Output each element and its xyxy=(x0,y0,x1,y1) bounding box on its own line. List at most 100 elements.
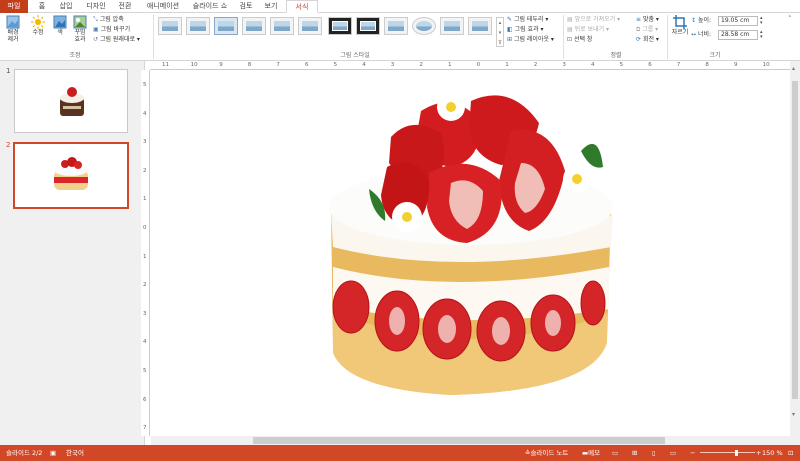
zoom-level[interactable]: 150 % xyxy=(762,445,783,461)
picture-layout-button[interactable]: ⊞ 그림 레이아웃 ▾ xyxy=(507,35,554,44)
tab-insert[interactable]: 삽입 xyxy=(56,0,76,13)
reading-view-icon[interactable]: ▯ xyxy=(652,445,656,461)
picture-effects-label: 그림 효과 xyxy=(514,26,539,33)
picture-border-label: 그림 테두리 xyxy=(513,16,544,23)
scroll-down-icon[interactable]: ▾ xyxy=(792,411,795,418)
ruler-tick-label: 10 xyxy=(190,62,198,68)
ruler-tick-label: 10 xyxy=(762,62,770,68)
corrections-button[interactable]: 수정 xyxy=(27,15,49,36)
arrange-group-label: 정렬 xyxy=(610,52,622,59)
picture-style-5[interactable] xyxy=(270,17,294,35)
horizontal-scroll-thumb[interactable] xyxy=(253,437,665,444)
normal-view-icon[interactable]: ▭ xyxy=(612,445,618,461)
style-preview xyxy=(472,21,488,31)
reset-picture-button[interactable]: ↺ 그림 원래대로 ▾ xyxy=(93,35,140,44)
spellcheck-icon[interactable]: ▣ xyxy=(50,445,56,461)
vertical-scrollbar[interactable]: ▴ ▾ xyxy=(790,61,800,445)
ruler-tick-label: 9 xyxy=(219,62,223,68)
picture-style-9[interactable] xyxy=(384,17,408,35)
send-backward-button[interactable]: ▤ 뒤로 보내기 ▾ xyxy=(567,25,609,34)
group-button[interactable]: ⧉ 그룹 ▾ xyxy=(636,25,658,34)
size-group-label: 크기 xyxy=(709,52,721,59)
scroll-up-icon[interactable]: ▴ xyxy=(792,65,795,72)
slide-sorter-icon[interactable]: ⊞ xyxy=(632,445,637,461)
color-icon xyxy=(53,15,67,29)
collapse-ribbon-icon[interactable]: ˄ xyxy=(788,15,792,23)
slide-thumbnail-1[interactable] xyxy=(14,69,128,133)
slide-thumbnail-2[interactable] xyxy=(13,142,129,209)
picture-style-4[interactable] xyxy=(242,17,266,35)
width-input[interactable]: 28.58 cm xyxy=(718,30,758,40)
picture-style-2[interactable] xyxy=(186,17,210,35)
align-button[interactable]: ≡ 맞춤 ▾ xyxy=(636,15,659,24)
tab-design[interactable]: 디자인 xyxy=(83,0,109,13)
daisy-flower-left xyxy=(392,202,422,232)
zoom-slider-handle[interactable] xyxy=(735,450,738,456)
slide-thumbnails-pane: 1 2 xyxy=(0,61,145,445)
zoom-in-icon[interactable]: + xyxy=(756,445,761,461)
tab-home[interactable]: 홈 xyxy=(34,0,50,13)
horizontal-scrollbar[interactable] xyxy=(151,436,790,445)
picture-style-10[interactable] xyxy=(412,17,436,35)
tab-review[interactable]: 검토 xyxy=(236,0,256,13)
picture-style-1[interactable] xyxy=(158,17,182,35)
change-picture-button[interactable]: ▣ 그림 바꾸기 xyxy=(93,25,130,34)
comments-button[interactable]: ▬ 메모 xyxy=(582,445,600,461)
picture-style-8[interactable] xyxy=(356,17,380,35)
tab-transitions[interactable]: 전환 xyxy=(115,0,135,13)
artistic-effects-button[interactable]: 꾸밈 효과 xyxy=(70,15,90,43)
ruler-tick-label: 7 xyxy=(276,62,280,68)
style-preview xyxy=(360,21,376,31)
style-preview xyxy=(218,21,234,31)
zoom-out-icon[interactable]: − xyxy=(690,445,695,461)
height-spinner[interactable]: ▴ ▾ xyxy=(760,16,763,26)
ruler-tick-label: 5 xyxy=(143,368,147,374)
status-bar: 슬라이드 2/2 ▣ 한국어 ≙ 슬라이드 노트 ▬ 메모 ▭ ⊞ ▯ ▭ − … xyxy=(0,445,800,461)
crop-button[interactable]: 자르기 xyxy=(670,15,690,36)
ruler-tick-label: 8 xyxy=(247,62,252,68)
selection-pane-icon: ⊡ xyxy=(567,36,573,43)
tab-view[interactable]: 보기 xyxy=(262,0,280,13)
crop-icon xyxy=(673,15,687,29)
tab-animations[interactable]: 애니메이션 xyxy=(142,0,184,13)
style-preview xyxy=(274,21,290,31)
picture-style-6[interactable] xyxy=(298,17,322,35)
vertical-scroll-thumb[interactable] xyxy=(792,81,798,399)
tab-format[interactable]: 서식 xyxy=(286,0,318,13)
picture-border-button[interactable]: ✎ 그림 테두리 ▾ xyxy=(507,15,548,24)
color-button[interactable]: 색 xyxy=(51,15,69,36)
compress-pictures-button[interactable]: ⤡ 그림 압축 xyxy=(93,15,124,24)
slideshow-icon[interactable]: ▭ xyxy=(670,445,676,461)
fit-to-window-icon[interactable]: ⊡ xyxy=(788,445,793,461)
notes-button[interactable]: ≙ 슬라이드 노트 xyxy=(525,445,568,461)
tab-file[interactable]: 파일 xyxy=(0,0,28,13)
ribbon: 배경 제거 수정 색 꾸밈 효과 ⤡ 그림 압축 ▣ 그림 바꾸기 ↺ 그림 원… xyxy=(0,13,800,61)
ruler-tick-label: 3 xyxy=(143,139,147,146)
picture-style-11[interactable] xyxy=(440,17,464,35)
picture-style-7[interactable] xyxy=(328,17,352,35)
language-indicator[interactable]: 한국어 xyxy=(66,445,84,461)
style-preview xyxy=(444,21,460,31)
slide-canvas[interactable] xyxy=(151,71,791,435)
picture-style-12[interactable] xyxy=(468,17,492,35)
bring-forward-button[interactable]: ▤ 앞으로 가져오기 ▾ xyxy=(567,15,620,24)
picture-effects-button[interactable]: ◧ 그림 효과 ▾ xyxy=(507,25,544,34)
chevron-down-icon: ▾ xyxy=(136,36,140,43)
artistic-effects-label: 꾸밈 효과 xyxy=(74,29,86,43)
picture-style-3[interactable] xyxy=(214,17,238,35)
daisy-flower-top xyxy=(437,93,465,121)
gallery-scroll[interactable]: ▴ ▾ ⊽ xyxy=(496,17,504,47)
zoom-slider[interactable] xyxy=(700,452,755,453)
tab-slideshow[interactable]: 슬라이드 쇼 xyxy=(190,0,230,13)
rotate-button[interactable]: ⟳ 회전 ▾ xyxy=(636,35,659,44)
selection-pane-button[interactable]: ⊡ 선택 창 xyxy=(567,35,592,44)
send-backward-icon: ▤ xyxy=(567,26,573,33)
strawberry-cake-picture[interactable] xyxy=(151,71,791,435)
chevron-down-icon: ▾ xyxy=(545,16,549,23)
remove-background-button[interactable]: 배경 제거 xyxy=(3,15,23,43)
group-label: 그룹 xyxy=(642,26,654,33)
width-spinner[interactable]: ▴ ▾ xyxy=(760,30,763,40)
height-input[interactable]: 19.05 cm xyxy=(718,16,758,26)
reset-picture-icon: ↺ xyxy=(93,36,99,43)
color-label: 색 xyxy=(57,29,63,36)
